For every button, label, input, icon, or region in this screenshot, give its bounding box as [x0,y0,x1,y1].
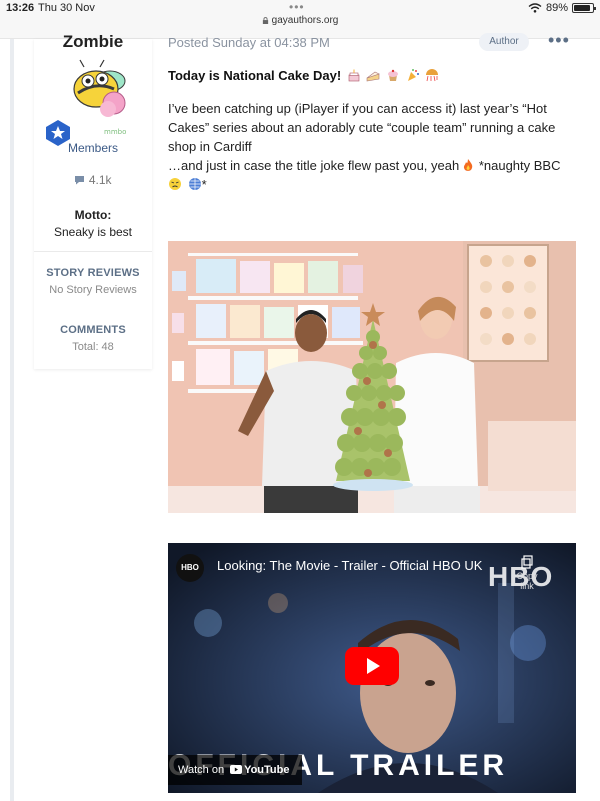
motto-label: Motto: [74,208,112,222]
battery-percent: 89% [545,2,568,14]
angry-face-icon [169,178,181,190]
cake-shop-photo [168,241,576,513]
comments-title: COMMENTS [60,324,126,336]
battery-icon [572,3,596,13]
post-paragraph-1: I’ve been catching up (iPlayer if you ca… [168,101,556,154]
story-reviews-title: STORY REVIEWS [46,267,140,279]
more-options-icon[interactable]: ••• [548,30,570,51]
play-button-icon[interactable] [345,647,399,685]
post-body: I’ve been catching up (iPlayer if you ca… [168,99,578,194]
youtube-logo-icon [230,765,243,774]
post-paragraph-3: * [168,175,578,194]
url-text: gayauthors.org [271,15,339,26]
post-paragraph-2-tail: *naughty BBC [475,158,561,173]
system-indicators: 89% [528,2,596,14]
post-title: Today is National Cake Day! [168,68,439,83]
post-photo[interactable] [168,241,576,513]
author-panel: Zombie mmbo Members 4.1k Motto: Sneaky i… [34,32,152,369]
avatar[interactable]: mmbo [46,59,138,146]
watch-on-youtube-button[interactable]: Watch on YouTube [168,755,302,785]
story-reviews-value: No Story Reviews [49,284,137,296]
battery-fill [574,5,591,11]
confetti-ball-icon [426,69,439,82]
wifi-icon [528,3,542,13]
post-title-text: Today is National Cake Day! [168,68,342,83]
copy-icon [521,555,533,569]
post-paragraph-2: …and just in case the title joke flew pa… [168,156,578,175]
post-paragraph-2-text: …and just in case the title joke flew pa… [168,158,460,173]
globe-emoji-icon [188,178,201,190]
content-count[interactable]: 4.1k [34,173,152,187]
birthday-cake-icon [348,69,360,82]
date: Thu 30 Nov [38,2,95,14]
copy-link-button[interactable]: Copy link [512,555,542,591]
clock: 13:26 [6,2,35,14]
address-bar[interactable]: gayauthors.org [0,15,600,26]
cake-slice-icon [367,71,381,82]
panel-divider [34,251,152,252]
youtube-embed[interactable]: HBO Looking: The Movie - Trailer - Offic… [168,543,576,793]
watch-on-label: Watch on [178,764,225,776]
author-name[interactable]: Zombie [34,32,152,52]
member-group[interactable]: Members [34,141,152,155]
youtube-label: YouTube [244,764,290,776]
channel-avatar[interactable]: HBO [176,554,204,582]
motto-value: Sneaky is best [53,225,133,239]
fire-icon [464,159,473,171]
post-timestamp[interactable]: Posted Sunday at 04:38 PM [168,35,330,50]
copy-link-label: Copy link [516,571,538,591]
svg-text:mmbo: mmbo [104,128,126,136]
lock-icon [262,17,268,24]
video-title[interactable]: Looking: The Movie - Trailer - Official … [217,558,482,573]
content-count-value: 4.1k [88,173,112,187]
thread-rail [10,39,14,801]
comments-value: Total: 48 [72,341,114,353]
cupcake-icon [388,69,399,81]
comment-icon [75,176,85,185]
author-badge: Author [479,33,529,51]
party-popper-icon [407,69,419,81]
multitask-dots-icon[interactable]: ••• [289,0,305,14]
post-paragraph-3-tail: * [201,177,207,192]
forum-page: Zombie mmbo Members 4.1k Motto: Sneaky i… [0,30,600,801]
